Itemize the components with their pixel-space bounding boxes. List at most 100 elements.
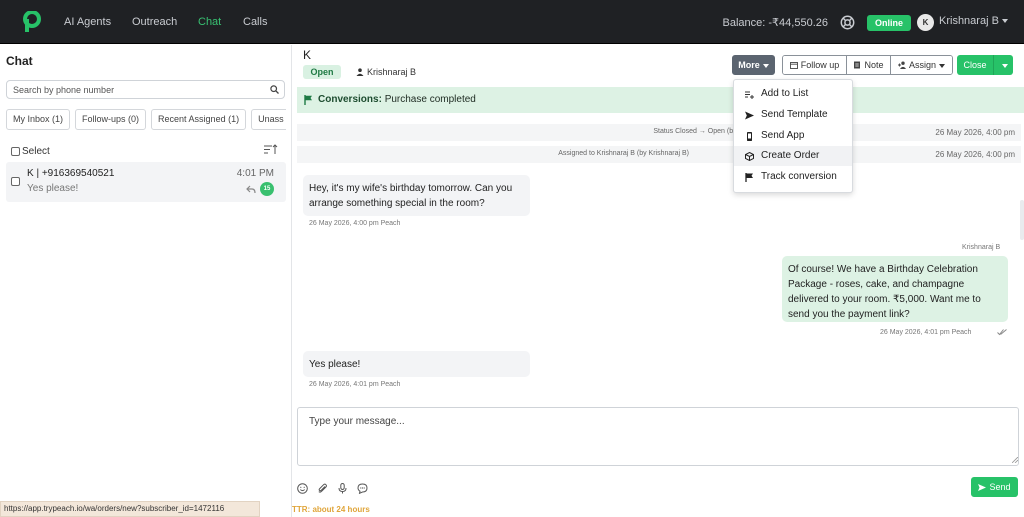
menu-item-label: Track conversion [761,171,837,182]
search-icon[interactable] [270,85,279,94]
outgoing-message: Of course! We have a Birthday Celebratio… [782,256,1008,322]
menu-item-send-app[interactable]: Send App [734,126,852,146]
chevron-down-icon [1001,19,1008,24]
assign-label: Assign [908,60,936,70]
select-all-row: Select [11,144,281,157]
message-sender: Krishnaraj B [962,244,1001,251]
incoming-message: Yes please! [303,351,530,377]
support-lifebuoy-icon[interactable] [840,15,855,30]
sort-icon[interactable] [264,144,278,155]
event-text: Assigned to Krishnaraj B (by Krishnaraj … [558,150,689,157]
user-name-label: Krishnaraj B [939,15,999,27]
flag-icon [745,173,753,182]
message-meta: 26 May 2026, 4:01 pm Peach [880,329,972,336]
calendar-icon [789,62,798,69]
assign-button[interactable]: Assign [891,56,952,74]
close-label: Close [963,60,987,70]
reply-icon [246,185,256,194]
message-meta: 26 May 2026, 4:01 pm Peach [309,381,401,388]
scroll-handle[interactable] [1020,200,1024,240]
menu-item-track-conversion[interactable]: Track conversion [734,167,852,187]
more-label: More [738,60,760,70]
conversion-value: Purchase completed [384,94,476,105]
assignee: Krishnaraj B [356,67,416,77]
resize-grip-icon[interactable] [1012,457,1018,463]
conversation-name: K | +916369540521 [27,168,115,179]
mobile-app-icon [747,132,752,141]
microphone-icon[interactable] [337,483,348,494]
user-icon [356,68,364,76]
package-icon [745,152,754,161]
more-actions-button[interactable]: More [732,55,775,75]
system-event: Assigned to Krishnaraj B (by Krishnaraj … [297,146,1021,163]
close-conversation-button[interactable]: Close [957,55,1013,75]
user-menu[interactable]: Krishnaraj B [939,15,1008,27]
message-meta: 26 May 2026, 4:00 pm Peach [309,220,401,227]
quick-reply-icon[interactable] [357,483,368,494]
filter-follow-ups[interactable]: Follow-ups (0) [75,109,147,130]
chevron-down-icon [1002,63,1008,68]
event-text: Status Closed → Open (by Krishnaraj B) [653,128,779,135]
status-badge: Open [303,65,341,79]
assignee-name: Krishnaraj B [367,67,417,77]
conversation-preview: Yes please! [27,183,79,194]
note-icon [854,61,861,69]
conversation-sidebar: Chat My Inbox (1)Follow-ups (0)Recent As… [0,45,292,517]
system-event: Status Closed → Open (by Krishnaraj B) 2… [297,124,1021,141]
top-nav-bar: AI Agents Outreach Chat Calls Balance: -… [0,0,1024,44]
follow-up-label: Follow up [800,60,840,70]
select-all-label[interactable]: Select [22,146,50,157]
filter-unassigned[interactable]: Unass [251,109,286,130]
menu-item-send-template[interactable]: Send Template [734,105,852,125]
ttr-indicator: TTR: about 24 hours [292,505,370,514]
nav-calls[interactable]: Calls [243,16,267,28]
attachment-icon[interactable] [317,483,328,494]
list-add-icon [745,91,754,99]
menu-item-label: Add to List [761,88,809,99]
online-status-toggle[interactable]: Online [867,15,911,31]
conversion-text: Conversions: Purchase completed [318,94,476,105]
conversion-banner: Conversions: Purchase completed [297,87,1024,113]
conversation-time: 4:01 PM [236,168,274,179]
emoji-icon[interactable] [297,483,308,494]
phone-search-input[interactable] [7,81,257,98]
menu-item-label: Send App [761,130,805,141]
menu-item-label: Send Template [761,109,828,120]
more-actions-menu: Add to List Send Template Send App Creat… [733,79,853,193]
filter-recent-assigned[interactable]: Recent Assigned (1) [151,109,247,130]
user-avatar[interactable]: K [917,14,934,31]
sidebar-title: Chat [6,54,33,68]
menu-item-add-to-list[interactable]: Add to List [734,84,852,104]
menu-item-create-order[interactable]: Create Order [734,146,852,166]
peach-logo-icon[interactable] [22,11,42,33]
conversation-checkbox[interactable] [11,177,20,186]
double-check-icon [997,329,1007,336]
note-button[interactable]: Note [847,56,891,74]
event-time: 26 May 2026, 4:00 pm [935,128,1015,137]
search-box [6,80,285,99]
send-icon [978,484,987,491]
chevron-down-icon [939,63,945,68]
message-composer [297,407,1019,466]
conversion-label: Conversions: [318,94,382,105]
send-label: Send [989,482,1011,492]
balance-display: Balance: -₹44,550.26 [722,17,828,29]
send-icon [745,111,754,120]
close-options-toggle[interactable] [993,55,1013,75]
message-input[interactable] [298,408,1018,465]
send-button[interactable]: Send [971,477,1018,497]
nav-ai-agents[interactable]: AI Agents [64,16,111,28]
browser-status-url: https://app.trypeach.io/wa/orders/new?su… [0,501,260,517]
follow-up-button[interactable]: Follow up [783,56,847,74]
inbox-filter-tabs: My Inbox (1) Follow-ups (0) Recent Assigne… [6,109,286,130]
nav-outreach[interactable]: Outreach [132,16,177,28]
unread-count-badge: 15 [260,182,274,196]
conversation-actions-group: Follow up Note Assign [782,55,953,75]
chevron-down-icon [762,63,769,68]
filter-my-inbox[interactable]: My Inbox (1) [6,109,71,130]
select-all-checkbox[interactable] [11,147,20,157]
note-label: Note [864,60,884,70]
flag-icon [304,95,312,105]
conversation-list-item[interactable]: K | +916369540521 4:01 PM Yes please! 15 [6,162,286,202]
nav-chat[interactable]: Chat [198,16,221,28]
